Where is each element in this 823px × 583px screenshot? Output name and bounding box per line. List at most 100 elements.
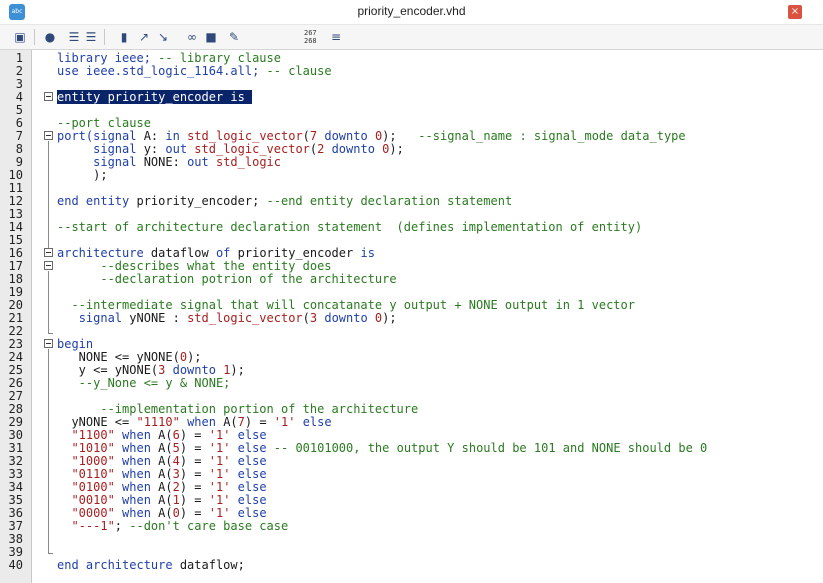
indent-icon[interactable]: ☰ (66, 29, 82, 45)
code-token: --describes what the entity does (57, 259, 332, 273)
code-token: NONE: (143, 155, 188, 169)
code-token: 2 (172, 480, 180, 494)
code-token: '1' (208, 428, 238, 442)
code-token: std_logic (215, 155, 281, 169)
fold-end (48, 333, 53, 334)
code-token: --y_None <= y & NONE; (57, 376, 231, 390)
code-token: 0 (179, 350, 188, 364)
code-line[interactable]: --start of architecture declaration stat… (57, 221, 642, 234)
code-token: priority_encoder; (136, 194, 267, 208)
code-token: 1 (172, 493, 180, 507)
fold-marker[interactable] (44, 131, 53, 140)
fold-marker[interactable] (44, 248, 53, 257)
code-token: A: (143, 129, 166, 143)
outdent-icon[interactable]: ☰ (83, 29, 99, 45)
code-token: signal (93, 142, 144, 156)
fold-marker[interactable] (44, 261, 53, 270)
code-line[interactable]: end architecture dataflow; (57, 559, 245, 572)
code-token: 6 (172, 428, 180, 442)
code-line[interactable]: --y_None <= y & NONE; (57, 376, 231, 390)
bookmark-prev-icon[interactable]: ↘ (155, 29, 171, 45)
code-token: end architecture (57, 558, 180, 572)
code-token: ); (389, 142, 404, 156)
code-token: ) = (179, 480, 209, 494)
code-token: dataflow; (179, 558, 245, 572)
terminal-icon[interactable]: ■ (203, 29, 219, 45)
code-token: "0100" (57, 480, 123, 494)
code-token: "1100" (57, 428, 123, 442)
code-token: NONE <= yNONE( (57, 350, 180, 364)
code-token: of (215, 246, 238, 260)
code-token: -- library clause (158, 51, 281, 65)
code-token: else (237, 480, 267, 494)
close-button[interactable]: × (788, 5, 802, 19)
code-token: ( (302, 311, 310, 325)
code-token: std_logic_vector (194, 142, 310, 156)
code-token: "0000" (57, 506, 123, 520)
list-icon[interactable]: ≡ (328, 29, 344, 45)
code-token: out (187, 155, 216, 169)
gutter-border (31, 50, 32, 583)
code-line[interactable]: entity priority_encoder is (57, 90, 253, 104)
code-token: when (122, 506, 159, 520)
code-token: --implementation portion of the architec… (57, 402, 419, 416)
code-token: dataflow (150, 246, 216, 260)
code-token: A( (158, 428, 173, 442)
code-token: "1110" (136, 415, 188, 429)
fold-marker[interactable] (44, 92, 53, 101)
open-icon[interactable]: ▣ (12, 29, 28, 45)
code-token: A( (158, 493, 173, 507)
find-icon[interactable]: ● (42, 29, 58, 45)
code-token: downto (324, 311, 375, 325)
line-number: 40 (8, 558, 23, 572)
bookmark-icon[interactable]: ▮ (116, 29, 132, 45)
code-token: A( (223, 415, 238, 429)
code-token: 2 (317, 142, 332, 156)
code-token: else (237, 441, 274, 455)
bookmark-next-icon[interactable]: ↗ (136, 29, 152, 45)
code-token: "1000" (57, 454, 123, 468)
code-line[interactable]: "---1"; --don't care base case (57, 520, 288, 533)
code-token: when (122, 467, 159, 481)
code-token: -- 00101000, the output Y should be 101 … (273, 441, 708, 455)
code-token: A( (158, 506, 173, 520)
attach-icon[interactable]: ∞ (184, 29, 200, 45)
code-line[interactable]: --declaration potrion of the architectur… (57, 273, 396, 286)
code-token: --signal_name : signal_mode data_type (403, 129, 686, 143)
code-token: else (237, 506, 267, 520)
code-token: when (122, 493, 159, 507)
code-token: ; (114, 519, 130, 533)
fold-line (48, 271, 49, 333)
code-token: '1' (208, 493, 238, 507)
code-token: y: (143, 142, 166, 156)
code-token: '1' (208, 506, 238, 520)
code-token: yNONE : (129, 311, 188, 325)
code-token: when (122, 480, 159, 494)
code-token: ) = (179, 493, 209, 507)
code-line[interactable]: ); (57, 169, 107, 182)
code-token: ) = (244, 415, 274, 429)
fold-marker[interactable] (44, 339, 53, 348)
code-token: out (165, 142, 195, 156)
code-line[interactable]: signal yNONE : std_logic_vector(3 downto… (57, 312, 397, 325)
code-token: end entity (57, 194, 137, 208)
code-line[interactable]: use ieee.std_logic_1164.all; -- clause (57, 65, 332, 78)
code-token: --intermediate signal that will concatan… (57, 298, 635, 312)
code-token: 7 (237, 415, 245, 429)
code-token: is (360, 246, 375, 260)
code-line[interactable]: end entity priority_encoder; --end entit… (57, 195, 512, 208)
code-token: ) = (179, 441, 209, 455)
code-token: A( (158, 441, 173, 455)
code-token: ); (187, 350, 202, 364)
code-token: '1' (208, 467, 238, 481)
code-token: ( (302, 129, 310, 143)
code-token: when (122, 454, 159, 468)
fold-line (48, 349, 49, 553)
code-token: begin (57, 337, 94, 351)
edit-icon[interactable]: ✎ (226, 29, 242, 45)
code-token: "1010" (57, 441, 123, 455)
code-token: '1' (208, 441, 238, 455)
code-editor[interactable]: library ieee; -- library clause use ieee.… (0, 50, 823, 583)
code-token: else (237, 467, 267, 481)
toolbar-separator (34, 29, 35, 45)
